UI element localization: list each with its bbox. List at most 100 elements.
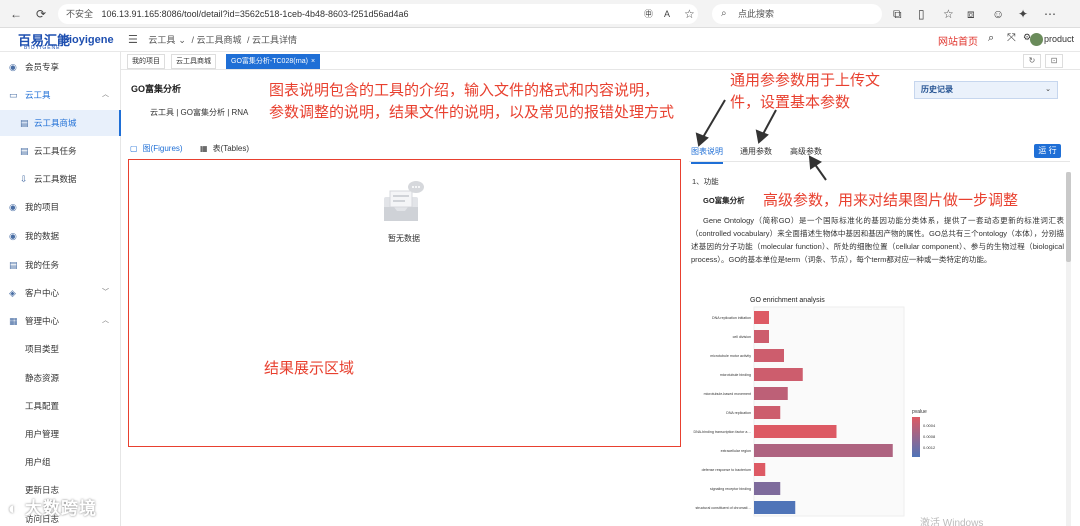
annotation-general: 通用参参数用于上传文 件，设置基本参数 [730,70,880,114]
category-label: microtubule binding [720,373,751,377]
tab-tables[interactable]: ▦ 表(Tables) [200,143,249,154]
breadcrumb-item[interactable]: 云工具商城 [196,35,241,45]
search-icon: ⌕ [721,8,727,19]
tab-my-projects[interactable]: 我的项目 [127,54,165,69]
scrollbar-thumb[interactable] [1066,172,1071,262]
chart-bar [754,368,803,381]
annotation-advanced: 高级参数，用来对结果图片做一步调整 [763,192,1019,209]
fullscreen-icon[interactable]: ⊡ [1045,54,1063,68]
sidebar-item-my-tasks[interactable]: ▤ 我的任务 [0,252,121,278]
windows-activation: 激活 Windows [920,518,984,526]
tab-figures[interactable]: ▢ 图(Figures) [130,143,183,154]
tab-label: 表(Tables) [212,144,250,153]
profile-icon[interactable]: ☺ [992,6,1004,22]
tab-go-enrichment[interactable]: GO富集分析-TC028(rna) × [226,54,321,69]
fullscreen-icon[interactable]: ⤧ [1007,32,1016,45]
breadcrumb-item: 云工具详情 [252,35,298,45]
sidebar-item-label: 我的项目 [25,202,60,212]
sidebar-item-label: 我的任务 [25,260,60,270]
close-icon[interactable]: × [311,58,315,65]
sidebar-item-customer[interactable]: ◈ 客户中心 ﹀ [0,280,121,306]
sidebar-item-label: 云工具 [25,90,51,100]
task-icon: ▤ [20,146,29,156]
extension-icon[interactable]: ⧉ [893,6,902,22]
breadcrumb-item[interactable]: 云工具 [148,35,175,45]
chart-bar [754,311,769,324]
cloud-icon: ▭ [9,90,18,100]
run-button[interactable]: 运 行 [1034,144,1061,158]
sidebar-item-tool-data[interactable]: ⇩ 云工具数据 [0,166,121,192]
translate-icon[interactable]: ㊥ [644,6,653,22]
sidebar-item-label: 会员专享 [25,62,60,72]
tab-label: 图(Figures) [142,144,183,153]
logo[interactable]: 百易汇能 Bioyigene BIOYIGENE [6,30,124,52]
chart-bar [754,387,788,400]
empty-text: 暂无数据 [388,234,420,243]
read-aloud-icon[interactable]: A [664,6,670,22]
legend-colorbar [912,417,920,457]
split-screen-icon[interactable]: ▯ [918,6,925,22]
site-home-link[interactable]: 网站首页 [938,33,978,48]
sidebar-item-tool-config[interactable]: 工具配置 [0,393,121,419]
watermark-text: 大数跨境 [25,499,97,518]
store-icon: ▤ [20,118,29,128]
sidebar-item-label: 云工具任务 [34,146,77,156]
sidebar-item-my-projects[interactable]: ◉ 我的项目 [0,194,121,220]
sidebar: ◉ 会员专享 ▭ 云工具 ︿ ▤ 云工具商城 ▤ 云工具任务 ⇩ 云工具数据 ◉ 我的项目 ◉… [0,52,121,526]
scrollbar[interactable] [1066,172,1071,526]
screen: { "browser": { "insecure": "不安全", "url":… [0,0,1080,526]
avatar[interactable] [1030,33,1043,46]
menu-toggle-icon[interactable]: ☰ [128,34,138,46]
collections-icon[interactable]: ⧈ [967,6,975,22]
chart-bar [754,425,837,438]
empty-inbox-icon [384,181,424,221]
tab-general-params[interactable]: 通用参数 [740,146,772,157]
logo-sub: BIOYIGENE [24,45,61,51]
favorites-icon[interactable]: ☆ [943,6,954,22]
category-label: DNA replication [726,411,751,415]
back-icon[interactable]: ← [10,6,22,22]
sidebar-item-admin[interactable]: ▦ 管理中心 ︿ [0,308,121,334]
chevron-down-icon: ﹀ [102,289,109,296]
sidebar-item-tool-store[interactable]: ▤ 云工具商城 [0,110,121,136]
go-enrichment-chart: DNA replication initiation cell division m… [693,306,936,517]
url-text: 106.13.91.165:8086/tool/detail?id=3562c5… [101,9,409,19]
more-icon[interactable]: ⋯ [1044,6,1056,22]
chart-bar [754,482,781,495]
tab-advanced-params[interactable]: 高级参数 [790,146,822,157]
history-label: 历史记录 [921,85,953,94]
reload-icon[interactable]: ⟳ [36,6,46,22]
copilot-icon[interactable]: ✦ [1018,6,1028,22]
description-text: Gene Ontology（简称GO）是一个国际标准化的基因功能分类体系，提供了… [691,216,1064,264]
tab-tool-store[interactable]: 云工具商城 [171,54,216,69]
page-title: GO富集分析 [131,84,182,94]
annotation-line: 件，设置基本参数 [730,94,851,111]
sidebar-item-my-data[interactable]: ◉ 我的数据 [0,223,121,249]
sidebar-item-member[interactable]: ◉ 会员专享 [0,54,121,80]
history-select[interactable]: 历史记录 ⌄ [914,81,1058,99]
sidebar-item-static-resources[interactable]: 静态资源 [0,365,121,391]
browser-search-input[interactable]: ⌕ 点此搜索 [712,4,882,24]
table-icon: ▦ [200,144,208,153]
sidebar-item-user-group[interactable]: 用户组 [0,449,121,475]
legend-title: pvalue [912,409,927,415]
search-placeholder: 点此搜索 [738,9,775,19]
mydata-icon: ◉ [9,231,17,241]
sidebar-item-label: 项目类型 [25,344,60,354]
address-bar[interactable]: 不安全 106.13.91.165:8086/tool/detail?id=35… [58,4,698,24]
chart-bar [754,463,766,476]
favorite-star-icon[interactable]: ☆ [684,6,695,22]
sidebar-item-tool-tasks[interactable]: ▤ 云工具任务 [0,138,121,164]
sidebar-item-user-management[interactable]: 用户管理 [0,421,121,447]
refresh-icon[interactable]: ↻ [1023,54,1041,68]
insecure-label: 不安全 [66,9,94,19]
chart-bar [754,501,796,514]
username[interactable]: product [1044,34,1074,44]
sidebar-item-cloud-tools[interactable]: ▭ 云工具 ︿ [0,82,121,108]
search-icon[interactable]: ⌕ [988,32,994,45]
category-label: DNA-binding transcription factor a… [693,430,751,434]
category-label: signaling receptor binding [710,487,751,491]
category-label: structural constituent of chromati… [695,506,751,510]
sidebar-item-project-type[interactable]: 项目类型 [0,336,121,362]
sidebar-item-label: 工具配置 [25,401,60,411]
